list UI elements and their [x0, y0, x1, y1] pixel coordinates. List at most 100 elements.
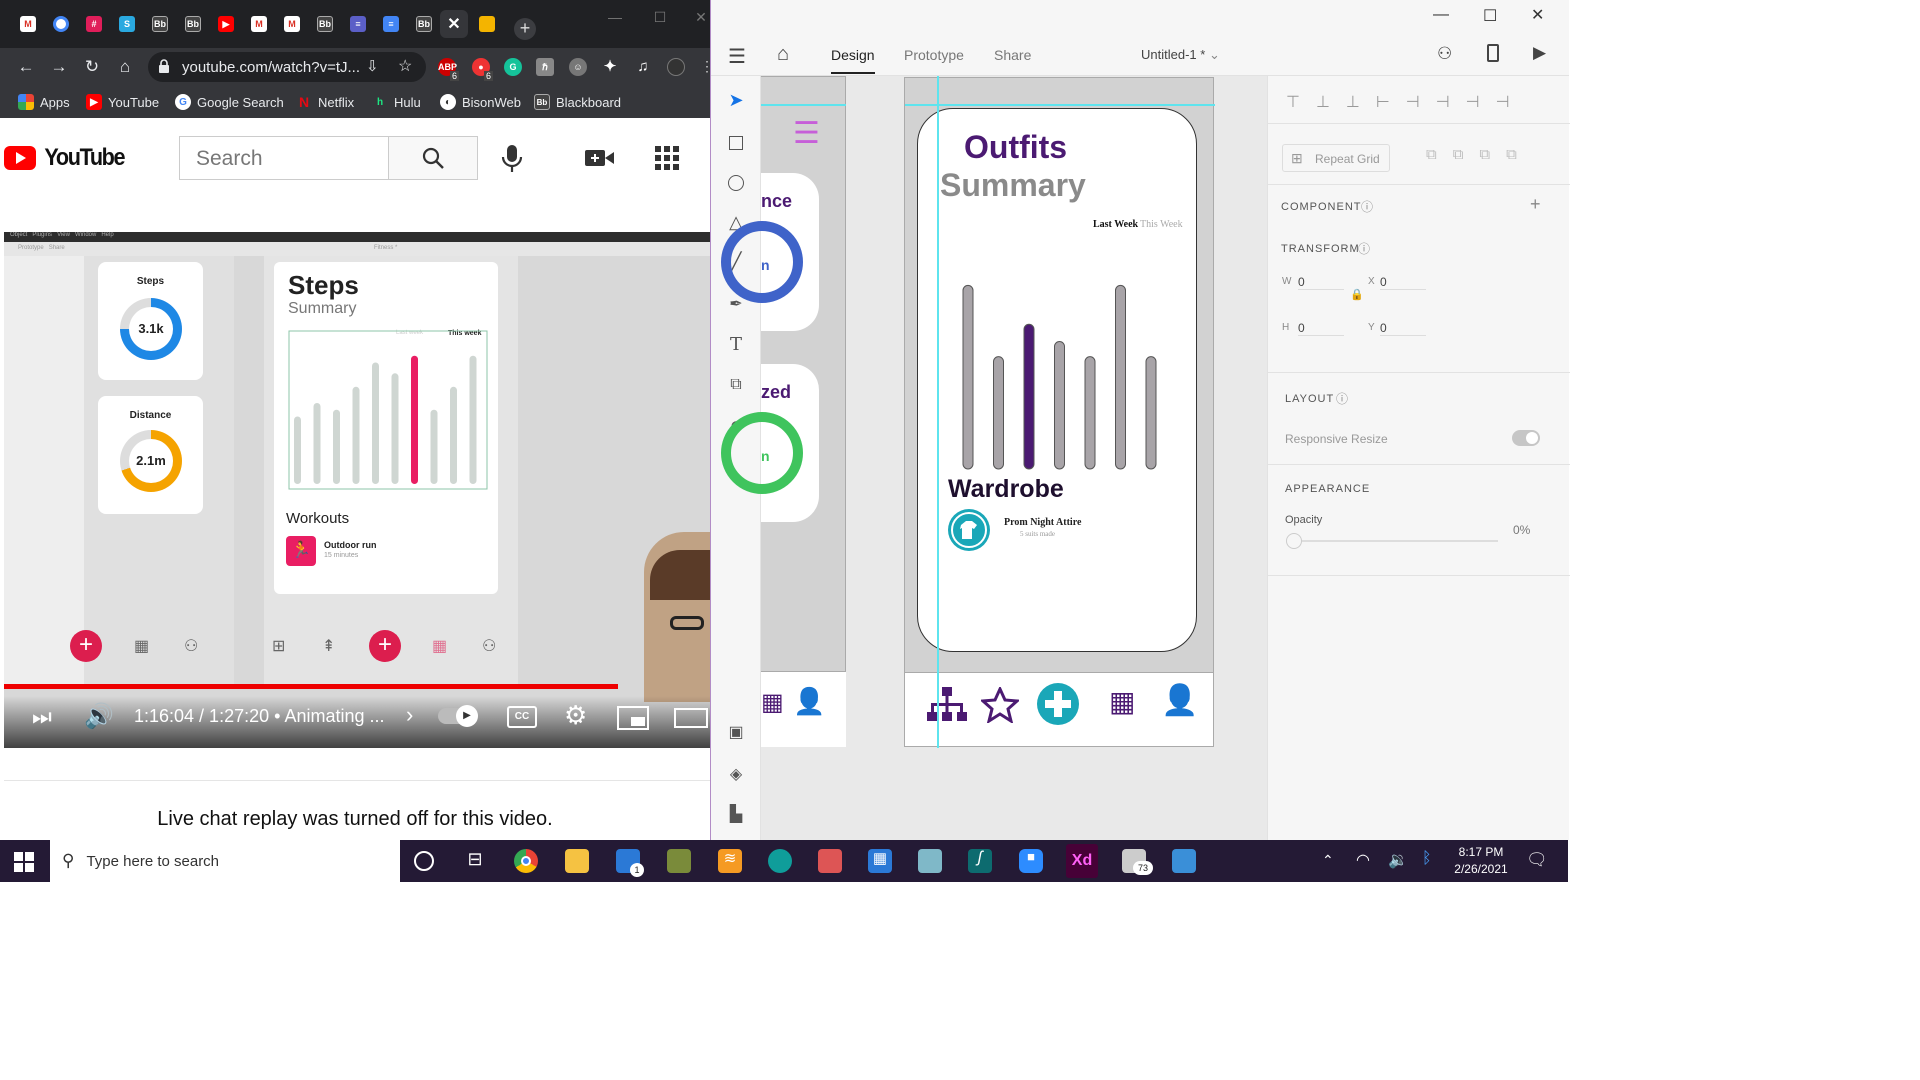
tab-youtube[interactable]: ▶	[212, 10, 240, 38]
left-artboard[interactable]: ☰ nce n zed n ▦ 👤	[721, 76, 846, 747]
forward-icon[interactable]: →	[48, 56, 70, 78]
notifications-icon[interactable]: 🗨	[1526, 850, 1548, 870]
captions-icon[interactable]: CC	[507, 706, 537, 728]
chevron-right-icon[interactable]: ›	[406, 702, 413, 728]
bookmark-youtube[interactable]: ▶ YouTube	[86, 92, 159, 112]
tab-stackedit[interactable]: S	[113, 10, 141, 38]
outfits-card[interactable]: Outfits Summary Last Week This Week Ward…	[917, 108, 1197, 652]
bookmark-bisonweb[interactable]: ◐ BisonWeb	[440, 92, 521, 112]
rectangle-tool-icon[interactable]	[725, 132, 747, 154]
create-video-icon[interactable]	[585, 148, 615, 168]
extension-icon[interactable]: ℏ	[536, 58, 554, 76]
play-preview-icon[interactable]: ▶	[1533, 43, 1546, 63]
snip-icon[interactable]	[818, 849, 842, 873]
grammarly-icon[interactable]: G	[504, 58, 522, 76]
game-icon[interactable]	[667, 849, 691, 873]
x-field[interactable]: 0	[1380, 275, 1426, 290]
adobe-xd-icon[interactable]: Xd	[1066, 844, 1098, 878]
task-view-icon[interactable]: ⊟	[463, 849, 487, 873]
close-icon[interactable]: ✕	[446, 16, 462, 33]
home-icon[interactable]: ⌂	[114, 56, 136, 78]
volume-icon[interactable]: 🔉	[1388, 850, 1408, 870]
address-bar[interactable]: youtube.com/watch?v=tJ... ⇩ ☆	[148, 52, 426, 82]
maximize-icon[interactable]: ☐	[645, 6, 675, 28]
tab-share[interactable]: Share	[994, 47, 1031, 63]
mail-icon[interactable]: 1	[616, 849, 644, 877]
tab-blackboard-4[interactable]: Bb	[410, 10, 438, 38]
chapter-title[interactable]: Animating ...	[284, 706, 384, 726]
tab-docs[interactable]: ≡	[377, 10, 405, 38]
youtube-search-button[interactable]	[388, 136, 478, 180]
layers-icon[interactable]: ◈	[725, 764, 747, 786]
artboard-tool-icon[interactable]: ⧉	[725, 376, 747, 398]
more-menu-icon[interactable]: ⋮	[700, 58, 710, 75]
theater-mode-icon[interactable]	[674, 708, 708, 728]
messaging-icon[interactable]: 73	[1122, 849, 1153, 875]
tab-design[interactable]: Design	[831, 47, 875, 74]
wifi-icon[interactable]: ◠	[1356, 850, 1370, 870]
minimize-icon[interactable]: —	[1433, 6, 1449, 24]
youtube-search-input[interactable]: Search	[179, 136, 389, 180]
youtube-logo[interactable]: YouTube	[4, 144, 129, 172]
video-player[interactable]: Object Plugins View Window Help Prototyp…	[4, 232, 710, 748]
lock-aspect-icon[interactable]: 🔒	[1350, 288, 1364, 301]
cortana-icon[interactable]	[414, 851, 434, 871]
repeat-grid-button[interactable]: ⊞ Repeat Grid	[1282, 144, 1390, 172]
bookmark-blackboard[interactable]: Bb Blackboard	[534, 92, 621, 112]
windows-start-icon[interactable]	[14, 852, 34, 872]
width-field[interactable]: 0	[1298, 275, 1344, 290]
autoplay-toggle[interactable]: ▶	[438, 705, 478, 727]
install-icon[interactable]: ⇩	[366, 57, 379, 75]
hamburger-menu-icon[interactable]: ☰	[728, 44, 746, 69]
opacity-value[interactable]: 0%	[1513, 523, 1530, 537]
bookmark-apps[interactable]: Apps	[18, 92, 70, 112]
maximize-icon[interactable]: ☐	[1483, 6, 1497, 26]
notes-icon[interactable]	[918, 849, 942, 873]
sway-icon[interactable]: ʃ	[968, 849, 992, 873]
assets-icon[interactable]: ▣	[725, 722, 747, 744]
microphone-icon[interactable]	[500, 144, 524, 174]
file-explorer-icon[interactable]	[565, 849, 589, 873]
info-icon[interactable]: ⓘ	[1358, 240, 1370, 257]
tab-chrome[interactable]	[47, 10, 75, 38]
puzzle-extensions-icon[interactable]: ✦	[601, 58, 619, 76]
tab-gmail-3[interactable]: M	[278, 10, 306, 38]
media-queue-icon[interactable]: ♫	[634, 58, 652, 76]
miniplayer-icon[interactable]	[617, 706, 649, 730]
device-preview-icon[interactable]	[1487, 44, 1499, 62]
responsive-resize-toggle[interactable]	[1512, 430, 1540, 446]
tab-gmail-2[interactable]: M	[245, 10, 273, 38]
bookmark-netflix[interactable]: N Netflix	[296, 92, 354, 112]
align-icons[interactable]: ⊤⊥⊥⊢⊣⊣⊣⊣	[1286, 92, 1526, 112]
bookmark-star-icon[interactable]: ☆	[398, 56, 412, 76]
height-field[interactable]: 0	[1298, 321, 1344, 336]
boolean-ops-icons[interactable]: ⧉⧉⧉⧉	[1426, 146, 1533, 163]
tab-blackboard-2[interactable]: Bb	[179, 10, 207, 38]
chevron-up-icon[interactable]: ⌃	[1322, 852, 1334, 869]
tab-blackboard[interactable]: Bb	[146, 10, 174, 38]
new-tab-button[interactable]: +	[514, 18, 536, 40]
tab-slack[interactable]: #	[80, 10, 108, 38]
apps-grid-icon[interactable]	[655, 146, 679, 170]
home-icon[interactable]: ⌂	[777, 43, 789, 66]
clock[interactable]: 8:17 PM 2/26/2021	[1448, 844, 1514, 878]
info-icon[interactable]: ⓘ	[1336, 390, 1348, 407]
text-tool-icon[interactable]: T	[725, 334, 747, 356]
opacity-slider[interactable]	[1294, 540, 1498, 542]
bluetooth-icon[interactable]: ᛒ	[1422, 850, 1432, 868]
close-icon[interactable]: ✕	[1531, 5, 1544, 25]
next-icon[interactable]: ⏭	[32, 704, 52, 730]
document-title[interactable]: Untitled-1 * ⌄	[1141, 47, 1220, 63]
tab-prototype[interactable]: Prototype	[904, 47, 964, 63]
info-icon[interactable]: ⓘ	[1361, 198, 1373, 215]
y-field[interactable]: 0	[1380, 321, 1426, 336]
video-progress-bar[interactable]	[4, 684, 619, 689]
taskbar-search[interactable]: ⚲ Type here to search	[50, 840, 400, 882]
tab-blackboard-3[interactable]: Bb	[311, 10, 339, 38]
plugins-icon[interactable]: ▙	[725, 804, 747, 826]
profile-avatar[interactable]	[667, 58, 685, 76]
calendar-icon[interactable]: ▦	[868, 849, 892, 873]
back-icon[interactable]: ←	[15, 56, 37, 78]
stack-icon[interactable]: ≋	[718, 849, 742, 873]
tab-gmail[interactable]: M	[14, 10, 42, 38]
